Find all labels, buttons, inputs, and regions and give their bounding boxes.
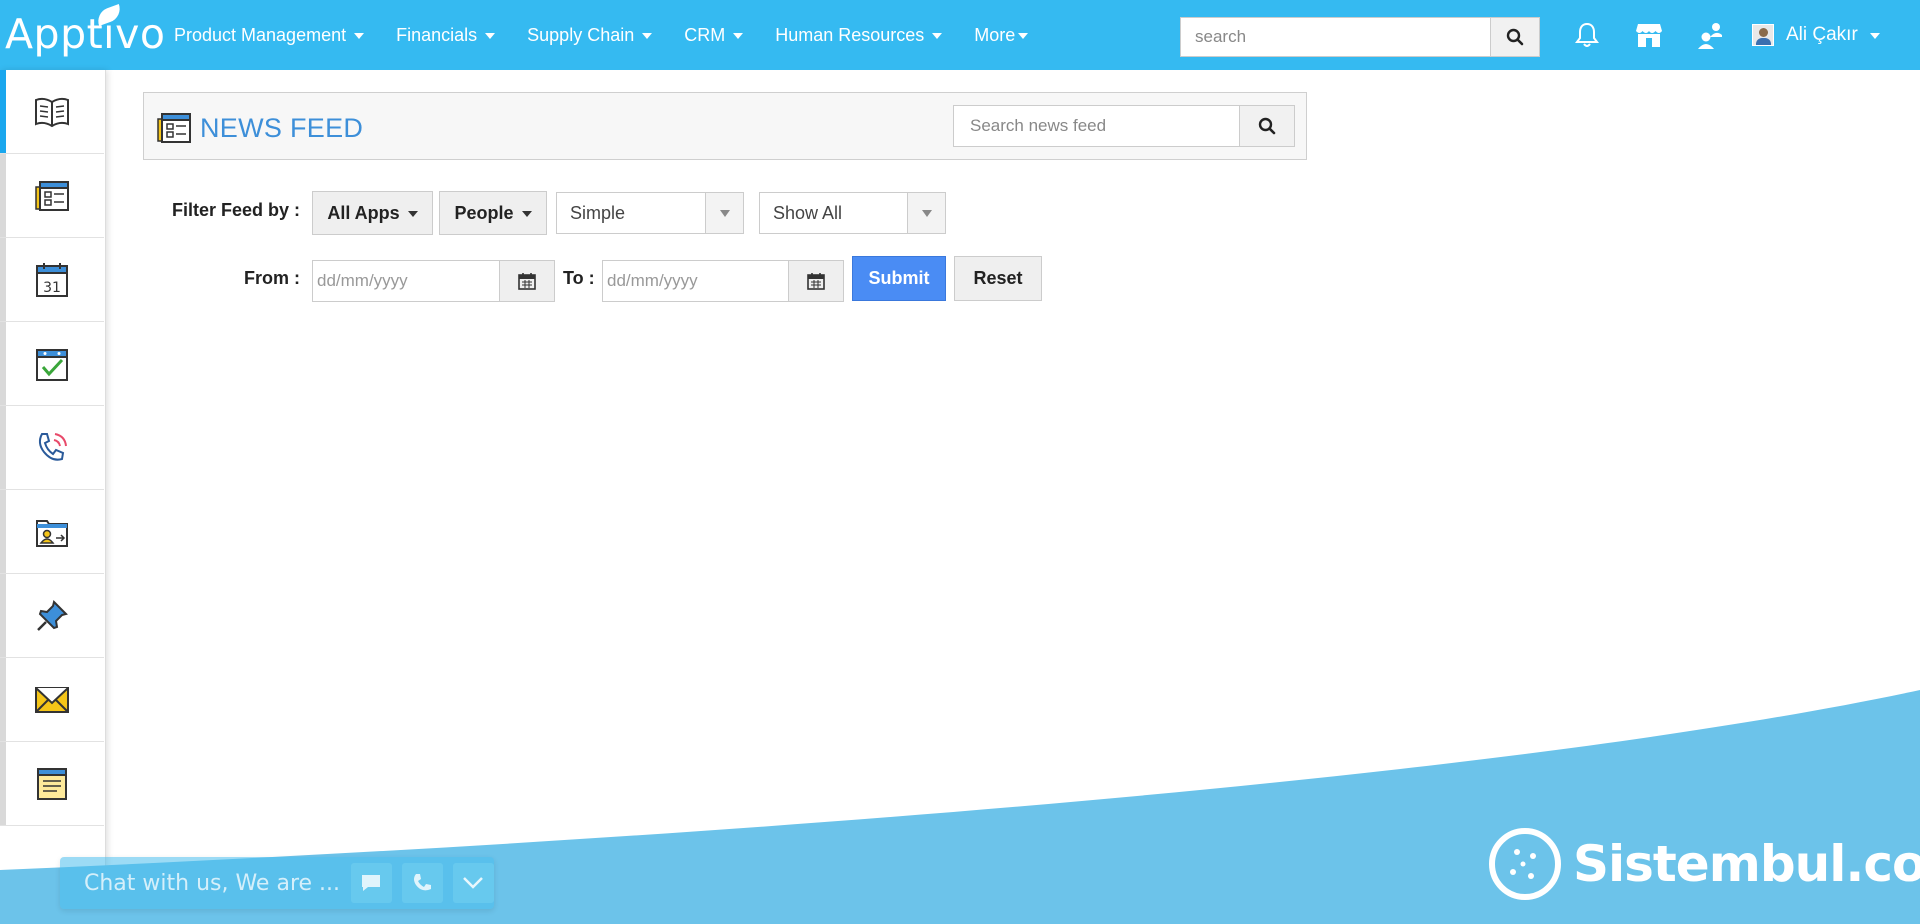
top-navigation-bar: Apptivo Product Management Financials Su… <box>0 0 1920 70</box>
caret-down-icon <box>733 33 744 39</box>
pin-icon <box>37 599 68 631</box>
people-icon <box>1698 23 1722 49</box>
search-icon <box>1258 117 1276 135</box>
sidebar-item-contact-folder[interactable] <box>0 490 104 574</box>
news-feed-header: NEWS FEED <box>143 92 1307 160</box>
sidebar-item-calendar[interactable]: 31 <box>0 238 104 322</box>
logo-text: Apptivo <box>5 10 166 58</box>
nav-supply-chain[interactable]: Supply Chain <box>527 24 653 46</box>
sidebar-item-news-feed[interactable] <box>0 70 104 154</box>
store-button[interactable] <box>1634 20 1664 50</box>
view-mode-value: Simple <box>570 202 626 223</box>
tasks-check-icon <box>36 348 68 381</box>
nav-financials[interactable]: Financials <box>396 24 496 46</box>
nav-crm[interactable]: CRM <box>684 24 744 46</box>
chat-bubble-icon <box>362 875 381 891</box>
people-dropdown[interactable]: People <box>439 191 547 235</box>
chat-widget[interactable]: Chat with us, We are ... <box>60 857 495 909</box>
calendar-icon <box>518 273 536 290</box>
apptivo-logo[interactable]: Apptivo <box>5 6 165 62</box>
news-feed-book-icon <box>35 97 69 127</box>
triangle-down-icon <box>719 209 730 217</box>
caret-down-icon <box>1018 33 1029 39</box>
caret-down-icon <box>407 211 418 217</box>
from-date-input[interactable] <box>312 260 499 302</box>
sidebar-item-contacts[interactable] <box>0 154 104 238</box>
caret-down-icon <box>932 33 943 39</box>
chevron-down-icon <box>463 877 484 889</box>
watermark-text: Sistembul.com <box>1573 835 1920 893</box>
select-arrow <box>907 193 945 233</box>
chat-message-button[interactable] <box>350 863 392 903</box>
news-feed-icon <box>157 113 191 143</box>
to-date-picker <box>602 260 844 302</box>
sidebar-item-call-log[interactable] <box>0 406 104 490</box>
notifications-button[interactable] <box>1572 20 1602 50</box>
people-label: People <box>454 202 514 223</box>
nav-product-management[interactable]: Product Management <box>174 24 365 46</box>
caret-down-icon <box>642 33 653 39</box>
people-button[interactable] <box>1695 20 1725 50</box>
all-apps-label: All Apps <box>327 202 400 223</box>
nav-label: Product Management <box>174 24 347 45</box>
to-label: To : <box>563 268 595 288</box>
page-title: NEWS FEED <box>156 111 363 145</box>
nav-label: Human Resources <box>775 24 925 45</box>
nav-label: More <box>974 24 1016 45</box>
contact-folder-icon <box>36 519 68 547</box>
chat-widget-text: Chat with us, We are ... <box>84 870 341 896</box>
chat-call-button[interactable] <box>401 863 443 903</box>
phone-icon <box>414 874 432 891</box>
contact-list-icon <box>35 180 69 211</box>
global-search-button[interactable] <box>1490 17 1540 57</box>
nav-label: Supply Chain <box>527 24 635 45</box>
search-icon <box>1506 28 1524 46</box>
store-icon <box>1636 24 1662 47</box>
calendar-date-text: 31 <box>43 280 61 296</box>
nav-human-resources[interactable]: Human Resources <box>775 24 943 46</box>
show-filter-select[interactable]: Show All <box>759 192 946 234</box>
page-title-text: NEWS FEED <box>200 112 364 143</box>
triangle-down-icon <box>921 209 932 217</box>
caret-down-icon <box>485 33 496 39</box>
from-calendar-button[interactable] <box>499 260 555 302</box>
from-label: From : <box>244 268 300 288</box>
caret-down-icon <box>354 33 365 39</box>
global-search-input[interactable] <box>1180 17 1490 57</box>
bell-icon <box>1575 22 1599 47</box>
sidebar-item-tasks[interactable] <box>0 322 104 406</box>
news-feed-search <box>953 105 1295 147</box>
nav-label: Financials <box>396 24 478 45</box>
submit-button[interactable]: Submit <box>852 256 946 301</box>
caret-down-icon <box>1869 33 1880 39</box>
sistembul-logo-icon <box>1489 828 1561 900</box>
chat-minimize-button[interactable] <box>452 863 495 903</box>
from-date-picker <box>312 260 555 302</box>
sistembul-watermark: Sistembul.com <box>1487 824 1920 904</box>
news-feed-search-input[interactable] <box>953 105 1239 147</box>
view-mode-select[interactable]: Simple <box>556 192 744 234</box>
global-search <box>1180 17 1540 57</box>
all-apps-dropdown[interactable]: All Apps <box>312 191 433 235</box>
to-calendar-button[interactable] <box>788 260 844 302</box>
avatar <box>1752 24 1774 46</box>
reset-button[interactable]: Reset <box>954 256 1042 301</box>
filter-label: Filter Feed by : <box>172 200 301 220</box>
nav-more[interactable]: More <box>974 24 1029 46</box>
news-feed-search-button[interactable] <box>1239 105 1295 147</box>
calendar-icon: 31 <box>36 262 68 297</box>
nav-label: CRM <box>684 24 726 45</box>
show-filter-value: Show All <box>773 202 843 223</box>
sidebar-item-pinned[interactable] <box>0 574 104 658</box>
user-menu[interactable]: Ali Çakır <box>1752 20 1880 50</box>
calendar-icon <box>807 273 825 290</box>
select-arrow <box>705 193 743 233</box>
call-log-icon <box>38 432 67 461</box>
main-nav: Product Management Financials Supply Cha… <box>158 0 1044 70</box>
user-name: Ali Çakır <box>1786 24 1858 45</box>
to-date-input[interactable] <box>602 260 788 302</box>
caret-down-icon <box>521 211 532 217</box>
